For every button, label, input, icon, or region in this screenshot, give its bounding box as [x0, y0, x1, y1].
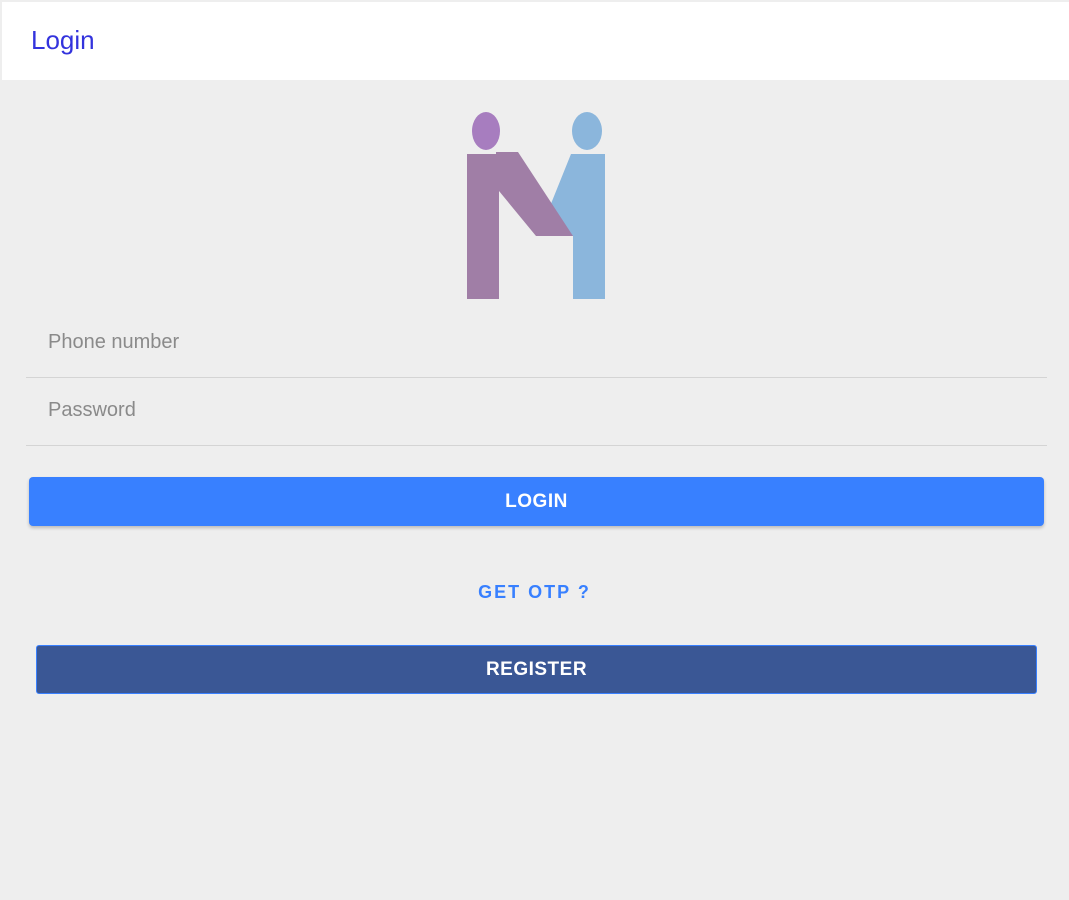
phone-input[interactable] — [48, 322, 1028, 362]
right-figure-head — [572, 112, 602, 150]
register-button[interactable]: REGISTER — [36, 645, 1037, 694]
password-field — [26, 380, 1047, 446]
login-button[interactable]: LOGIN — [29, 477, 1044, 526]
couple-logo-icon — [467, 112, 605, 299]
get-otp-link[interactable]: GET OTP ? — [0, 582, 1069, 603]
left-figure-head — [472, 112, 500, 150]
left-figure-body — [467, 152, 573, 299]
app-header: Login — [2, 2, 1069, 80]
page-title: Login — [31, 25, 95, 55]
password-input[interactable] — [48, 390, 1028, 430]
phone-field — [26, 312, 1047, 378]
